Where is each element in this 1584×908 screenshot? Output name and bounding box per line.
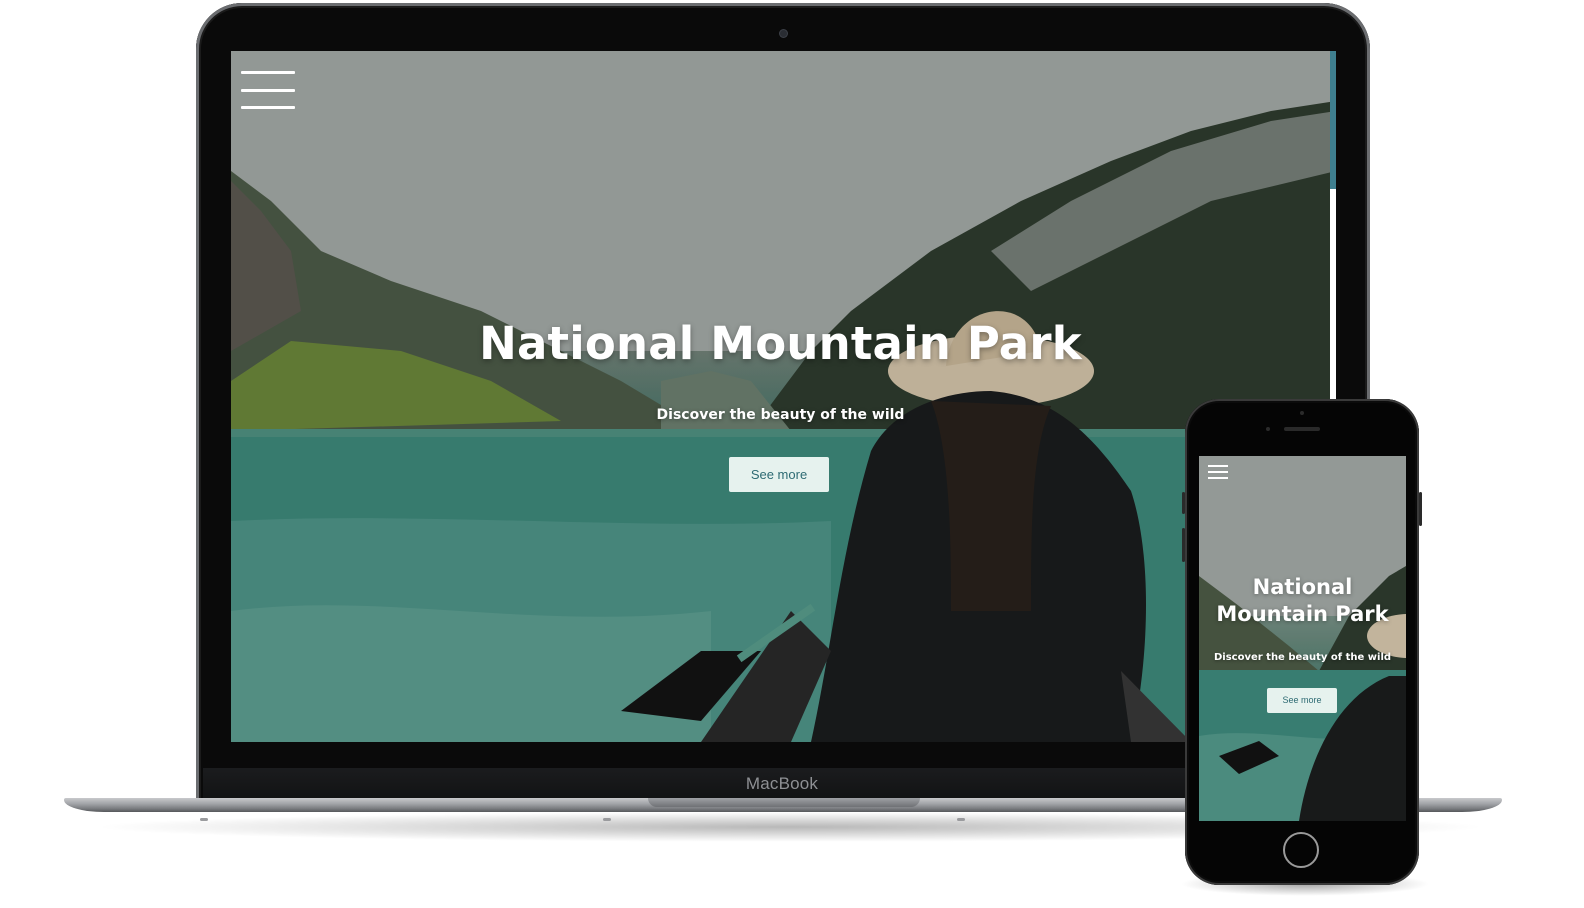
laptop-foot [957, 818, 965, 821]
menu-line [1208, 477, 1228, 479]
scrollbar-thumb[interactable] [1330, 51, 1336, 189]
laptop-brand-label: MacBook [745, 774, 819, 793]
menu-line [241, 71, 295, 74]
hero-subtitle: Discover the beauty of the wild [656, 407, 905, 423]
hero-title: National Mountain Park [479, 317, 1082, 370]
phone-side-button [1182, 528, 1185, 562]
menu-line [241, 106, 295, 109]
phone-hamburger-menu-icon[interactable] [1208, 465, 1228, 479]
phone-camera [1266, 427, 1270, 431]
hero-background-image [231, 51, 1336, 742]
phone-speaker [1284, 427, 1320, 431]
laptop-foot [603, 818, 611, 821]
laptop-camera [780, 30, 787, 37]
menu-line [1208, 471, 1228, 473]
hamburger-menu-icon[interactable] [241, 71, 295, 109]
phone-side-button [1419, 492, 1422, 526]
phone-hero-title: National Mountain Park [1216, 575, 1389, 626]
phone-see-more-button[interactable]: See more [1267, 688, 1337, 713]
phone-hero-subtitle: Discover the beauty of the wild [1213, 652, 1392, 663]
laptop-opening-notch [648, 798, 920, 807]
phone-hero-background-image [1199, 456, 1406, 821]
laptop-foot [200, 818, 208, 821]
see-more-button[interactable]: See more [729, 457, 829, 492]
phone-screen: National Mountain Park Discover the beau… [1199, 456, 1406, 821]
laptop-screen: National Mountain Park Discover the beau… [231, 51, 1336, 742]
phone-sensor [1300, 411, 1304, 415]
menu-line [1208, 465, 1228, 467]
menu-line [241, 88, 295, 92]
phone-home-button[interactable] [1283, 832, 1319, 868]
phone-side-button [1182, 492, 1185, 514]
